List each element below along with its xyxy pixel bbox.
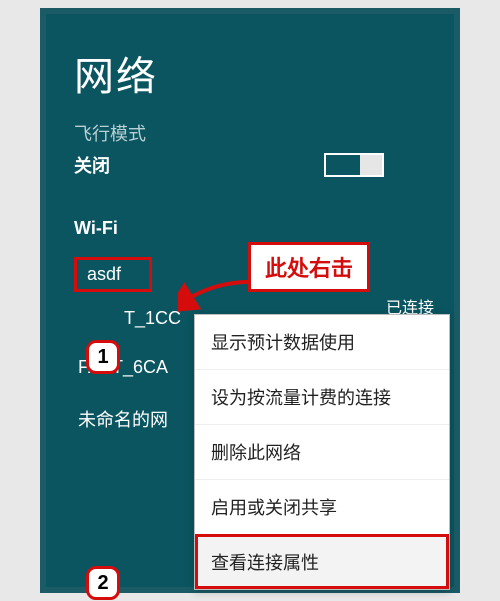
menu-item-forget-network[interactable]: 删除此网络 bbox=[195, 424, 449, 479]
menu-item-set-metered[interactable]: 设为按流量计费的连接 bbox=[195, 369, 449, 424]
toggle-knob bbox=[360, 155, 382, 175]
wifi-heading: Wi-Fi bbox=[74, 218, 426, 239]
wifi-network-asdf[interactable]: asdf bbox=[74, 257, 152, 292]
annotation-badge-1: 1 bbox=[86, 340, 120, 374]
wifi-context-menu: 显示预计数据使用 设为按流量计费的连接 删除此网络 启用或关闭共享 查看连接属性 bbox=[194, 314, 450, 590]
menu-item-toggle-sharing[interactable]: 启用或关闭共享 bbox=[195, 479, 449, 534]
settings-panel-frame: 网络 飞行模式 关闭 Wi-Fi asdf T_1CC FAST_6CA 未命名… bbox=[40, 8, 460, 593]
annotation-callout-rightclick: 此处右击 bbox=[248, 242, 370, 292]
airplane-mode-toggle[interactable] bbox=[324, 153, 384, 177]
menu-item-show-estimated-data[interactable]: 显示预计数据使用 bbox=[195, 315, 449, 369]
airplane-mode-label: 飞行模式 bbox=[74, 120, 426, 146]
annotation-badge-2: 2 bbox=[86, 566, 120, 600]
airplane-mode-state: 关闭 bbox=[74, 152, 110, 178]
airplane-mode-row: 关闭 bbox=[74, 152, 384, 178]
menu-item-view-connection-properties[interactable]: 查看连接属性 bbox=[195, 534, 449, 589]
page-title: 网络 bbox=[74, 44, 426, 102]
